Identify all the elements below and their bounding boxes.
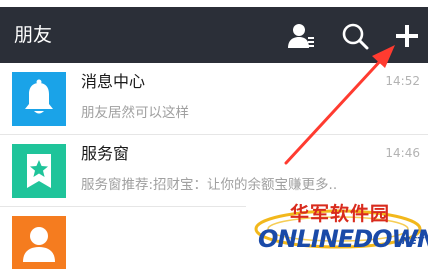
chat-preview: 朋友居然可以这样 [81,105,189,121]
person-icon [12,216,66,269]
add-icon[interactable] [393,22,421,50]
star-badge-icon [12,144,66,198]
list-item-service-window[interactable]: 服务窗 服务窗推荐:招财宝：让你的余额宝赚更多.. 14:46 [0,135,428,206]
chat-name: 服务窗 [81,144,130,163]
bell-icon [12,72,66,126]
contacts-icon[interactable] [287,22,315,50]
watermark-suffix: .NET [398,236,424,247]
chat-preview: 服务窗推荐:招财宝：让你的余额宝赚更多.. [81,177,338,193]
watermark-logo: 华军软件园 ONLINEDOWN .NET [246,199,428,269]
status-bar-edge [0,0,428,7]
chat-time: 14:52 [385,74,420,88]
list-item-message-center[interactable]: 消息中心 朋友居然可以这样 14:52 [0,63,428,134]
chat-name: 消息中心 [81,72,146,91]
top-navigation-bar: 朋友 [0,0,428,63]
page-title: 朋友 [14,24,53,46]
watermark-chinese: 华军软件园 [290,203,391,225]
chat-time: 14:46 [385,146,420,160]
search-icon[interactable] [341,22,369,50]
